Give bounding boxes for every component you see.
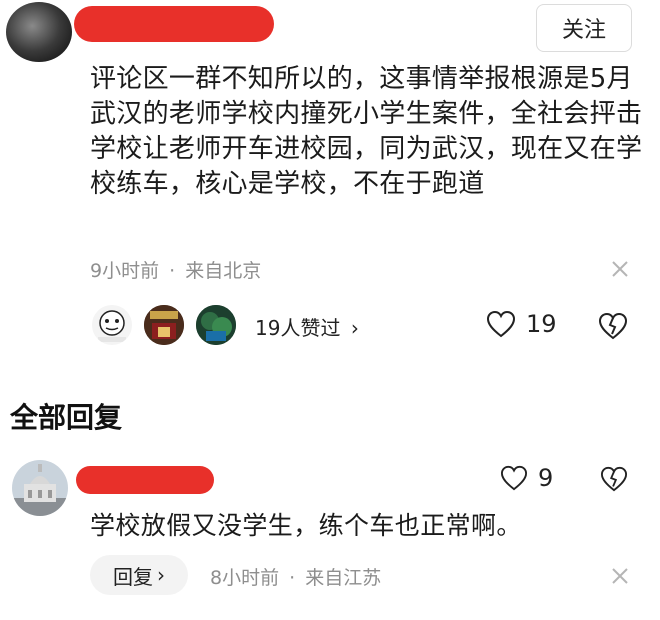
reply-like-button[interactable]: 9 <box>500 464 553 492</box>
comment-time: 9小时前 <box>90 260 160 282</box>
liker-avatar <box>90 303 134 347</box>
meta-separator: · <box>169 260 176 282</box>
close-icon[interactable] <box>609 565 631 587</box>
like-count: 19 <box>526 310 557 338</box>
user-avatar[interactable] <box>6 2 72 62</box>
reply-time: 8小时前 <box>210 567 280 589</box>
close-icon[interactable] <box>609 258 631 280</box>
reply-meta: 8小时前 · 来自江苏 <box>210 563 381 590</box>
reply-location: 来自江苏 <box>305 567 382 589</box>
broken-heart-icon <box>600 466 628 492</box>
reply-user-avatar[interactable] <box>12 460 68 516</box>
broken-heart-icon <box>598 312 628 340</box>
reply-button[interactable]: 回复 › <box>90 555 188 595</box>
reply-text: 学校放假又没学生，练个车也正常啊。 <box>90 511 522 540</box>
reply-dislike-button[interactable] <box>600 466 628 496</box>
heart-icon <box>500 465 528 491</box>
likes-summary: 19人赞过 <box>255 316 341 340</box>
follow-button[interactable]: 关注 <box>536 4 632 52</box>
like-button[interactable]: 19 <box>486 310 557 338</box>
all-replies-title: 全部回复 <box>10 401 123 434</box>
likes-summary-link[interactable]: 19人赞过 › <box>255 312 359 341</box>
reply-button-label: 回复 <box>113 564 153 589</box>
dislike-button[interactable] <box>598 312 628 344</box>
redacted-username <box>74 6 274 42</box>
comment-text: 评论区一群不知所以的，这事情举报根源是5月武汉的老师学校内撞死小学生案件，全社会… <box>90 64 643 199</box>
chevron-right-icon: › <box>350 316 359 340</box>
redacted-reply-username <box>76 466 214 494</box>
liker-avatars[interactable] <box>90 303 240 347</box>
liker-avatar <box>194 303 238 347</box>
heart-icon <box>486 310 516 338</box>
liker-avatar <box>142 303 186 347</box>
comment-location: 来自北京 <box>185 260 262 282</box>
meta-separator: · <box>289 567 296 589</box>
comment-meta: 9小时前 · 来自北京 <box>90 256 261 283</box>
chevron-right-icon: › <box>157 563 165 587</box>
reply-like-count: 9 <box>538 464 554 492</box>
